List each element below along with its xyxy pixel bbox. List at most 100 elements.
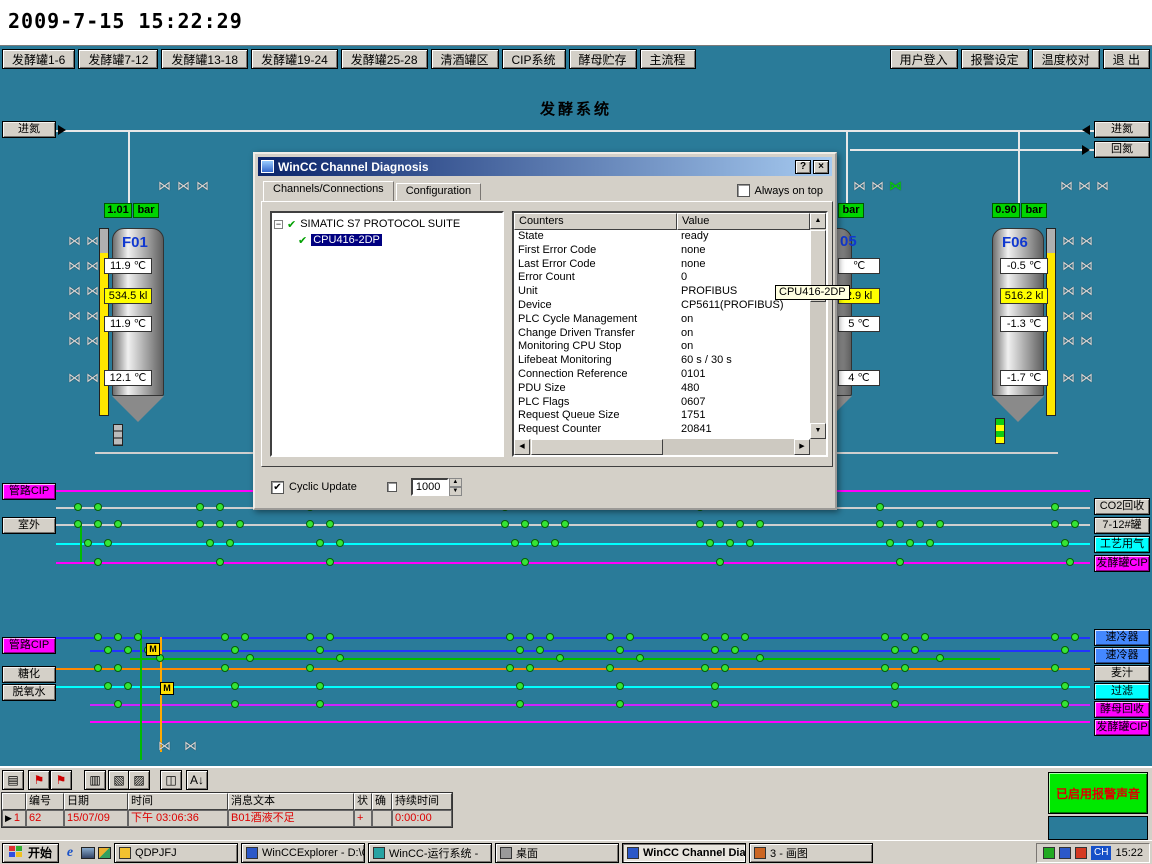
valve-indicator[interactable] [104,682,112,690]
always-on-top-option[interactable]: Always on top [736,184,823,197]
valve-indicator[interactable] [104,646,112,654]
valve-indicator[interactable] [706,539,714,547]
message-list-icon[interactable]: ▤ [2,770,24,790]
nav-button-1[interactable]: 发酵罐1-6 [2,49,76,69]
valve-indicator[interactable] [316,646,324,654]
valve-indicator[interactable] [921,633,929,641]
nav-button-6[interactable]: 清酒罐区 [430,49,499,69]
right-mid-label-3[interactable]: 工艺用气 [1094,536,1150,553]
valve-indicator[interactable] [231,700,239,708]
valve-indicator[interactable] [891,700,899,708]
update-interval-input[interactable]: 1000 [410,478,449,496]
valve-indicator[interactable] [516,682,524,690]
left-low-label-3[interactable]: 脱氧水 [2,684,56,701]
right-low-label-6[interactable]: 发酵罐CIP [1094,719,1150,736]
valve-indicator[interactable] [696,520,704,528]
valve-indicator[interactable] [886,539,894,547]
valve-indicator[interactable] [316,682,324,690]
valve-indicator[interactable] [876,503,884,511]
valve-indicator[interactable] [134,633,142,641]
valve-indicator[interactable] [756,654,764,662]
valve-indicator[interactable] [316,700,324,708]
log-icon[interactable]: ▨ [128,770,150,790]
nav-right-button-2[interactable]: 报警设定 [960,49,1029,69]
valve-indicator[interactable] [326,558,334,566]
valve-indicator[interactable] [104,539,112,547]
start-button[interactable]: 开始 [2,842,60,863]
valve-indicator[interactable] [721,664,729,672]
valve-indicator[interactable] [731,646,739,654]
valve-indicator[interactable] [606,664,614,672]
taskbar-task-4[interactable]: 桌面 [495,842,620,863]
valve-indicator[interactable] [551,539,559,547]
valve-indicator[interactable] [231,682,239,690]
valve-indicator[interactable] [521,558,529,566]
valve-indicator[interactable] [561,520,569,528]
valve-indicator[interactable] [936,654,944,662]
alarm-cell-5[interactable]: + [354,810,372,827]
valve-indicator[interactable] [916,520,924,528]
valve-indicator[interactable] [901,633,909,641]
valve-indicator[interactable] [506,633,514,641]
valve-indicator[interactable] [74,520,82,528]
valve-indicator[interactable] [891,646,899,654]
nav-right-button-4[interactable]: 退 出 [1102,49,1150,69]
scroll-left-icon[interactable]: ◀ [514,439,530,455]
horizontal-scroll-thumb[interactable] [531,439,663,455]
valve-indicator[interactable] [246,654,254,662]
vertical-scrollbar[interactable]: ▲ ▼ [810,213,826,439]
valve-indicator[interactable] [701,633,709,641]
left-low-label-2[interactable]: 糖化 [2,666,56,683]
taskbar-task-1[interactable]: QDPJFJ [114,842,239,863]
nav-button-9[interactable]: 主流程 [639,49,696,69]
nitrogen-in-right-label[interactable]: 进氮 [1094,121,1150,138]
valve-indicator[interactable] [1061,646,1069,654]
valve-indicator[interactable] [84,539,92,547]
secondary-checkbox[interactable] [386,482,397,492]
valve-indicator[interactable] [1061,700,1069,708]
valve-indicator[interactable] [306,633,314,641]
valve-indicator[interactable] [1051,633,1059,641]
valve-indicator[interactable] [616,682,624,690]
column-header-counters[interactable]: Counters [514,213,677,230]
valve-indicator[interactable] [236,520,244,528]
valve-indicator[interactable] [216,520,224,528]
valve-indicator[interactable] [94,664,102,672]
valve-indicator[interactable] [94,633,102,641]
horizontal-scrollbar[interactable]: ◀ ▶ [514,439,810,455]
valve-indicator[interactable] [196,520,204,528]
right-mid-label-4[interactable]: 发酵罐CIP [1094,555,1150,572]
nav-button-7[interactable]: CIP系统 [501,49,566,69]
valve-indicator[interactable] [74,503,82,511]
nav-button-4[interactable]: 发酵罐19-24 [251,49,338,69]
valve-indicator[interactable] [114,633,122,641]
valve-indicator[interactable] [326,633,334,641]
nav-button-8[interactable]: 酵母贮存 [568,49,637,69]
valve-indicator[interactable] [626,633,634,641]
group-ack-flag-icon[interactable]: ⚑ [50,770,72,790]
valve-indicator[interactable] [216,503,224,511]
valve-indicator[interactable] [526,633,534,641]
taskbar-task-6[interactable]: 3 - 画图 [749,842,874,863]
window-icon[interactable]: ◫ [160,770,182,790]
valve-indicator[interactable] [124,682,132,690]
scroll-down-icon[interactable]: ▼ [810,423,826,439]
valve-indicator[interactable] [1066,558,1074,566]
taskbar-task-3[interactable]: WinCC-运行系统 - [368,842,493,863]
show-desktop-icon[interactable] [81,846,96,859]
spin-down-icon[interactable]: ▼ [448,487,462,496]
valve-indicator[interactable] [711,682,719,690]
valve-indicator[interactable] [1051,664,1059,672]
valve-indicator[interactable] [511,539,519,547]
nav-right-button-3[interactable]: 温度校对 [1031,49,1100,69]
nitrogen-in-left-label[interactable]: 进氮 [2,121,56,138]
valve-indicator[interactable] [516,700,524,708]
alarm-cell-4[interactable]: B01酒液不足 [228,810,354,827]
help-button[interactable]: ? [795,159,811,174]
valve-indicator[interactable] [881,664,889,672]
valve-indicator[interactable] [206,539,214,547]
valve-indicator[interactable] [541,520,549,528]
valve-indicator[interactable] [516,646,524,654]
valve-indicator[interactable] [911,646,919,654]
valve-indicator[interactable] [221,633,229,641]
